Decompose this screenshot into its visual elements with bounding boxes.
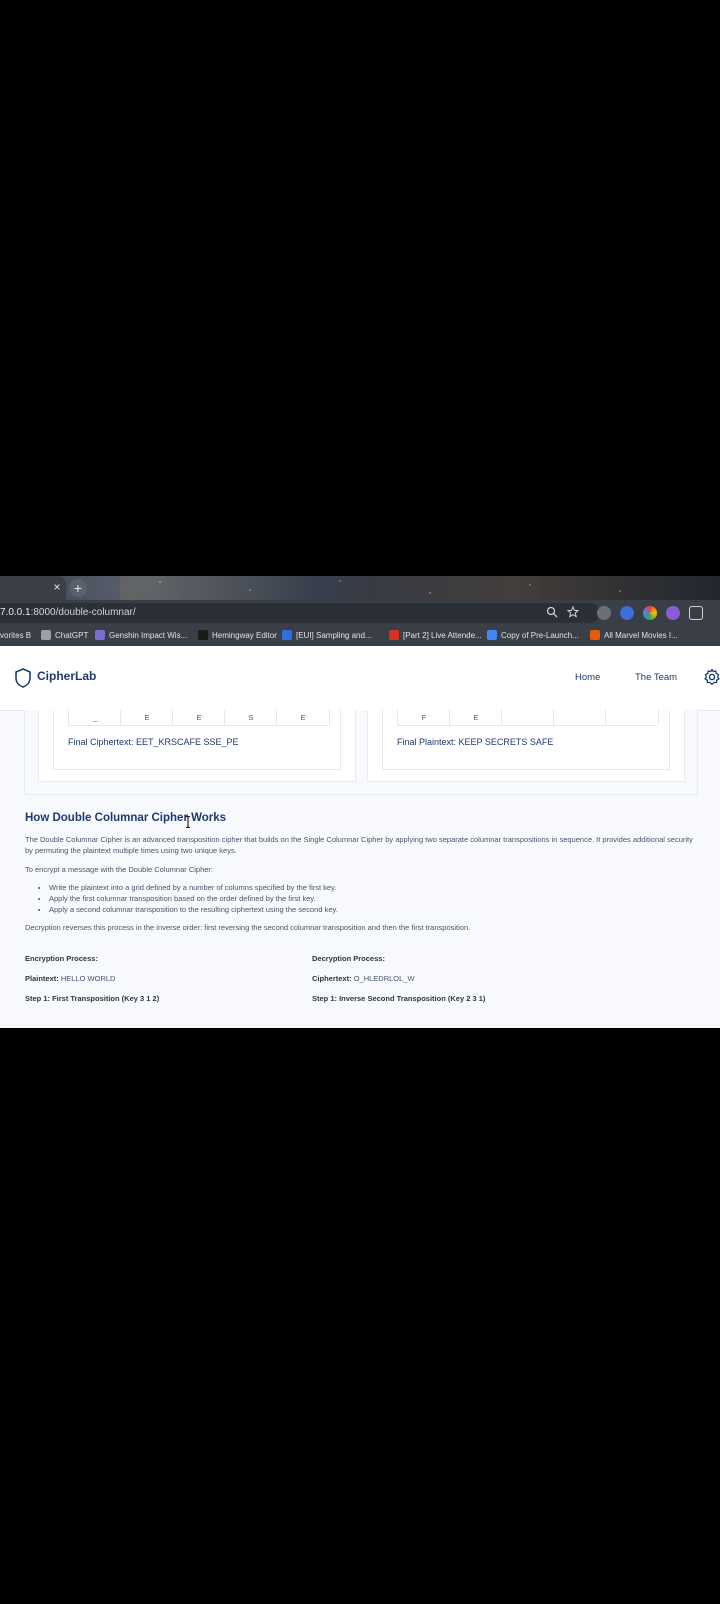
bookmark-label: Copy of Pre-Launch... xyxy=(501,631,579,640)
encrypt-intro: To encrypt a message with the Double Col… xyxy=(25,865,214,874)
final-ciphertext: Final Ciphertext: EET_KRSCAFE SSE_PE xyxy=(68,737,239,747)
bookmark-label: [EUI] Sampling and... xyxy=(296,631,372,640)
bookmark-favicon-icon xyxy=(590,629,600,640)
encryption-heading: Encryption Process: xyxy=(25,954,98,963)
extension-icon[interactable] xyxy=(643,606,657,620)
extension-icon[interactable] xyxy=(597,606,611,620)
address-bar[interactable]: 7.0.0.1:8000/double-columnar/ xyxy=(0,603,600,623)
bookmark-item[interactable]: All Marvel Movies I... xyxy=(590,626,678,646)
page-content: CipherLab Home The Team _ E E S E Final … xyxy=(0,646,720,1028)
grid-cell xyxy=(501,710,554,725)
browser-window: × + 7.0.0.1:8000/double-columnar/ vorite… xyxy=(0,576,720,1028)
grid-cell: _ xyxy=(68,710,121,725)
extension-icon[interactable] xyxy=(620,606,634,620)
list-item: Write the plaintext into a grid defined … xyxy=(49,882,338,893)
grid-cell xyxy=(605,710,659,725)
enc-step-1: Step 1: First Transposition (Key 3 1 2) xyxy=(25,994,160,1003)
bookmark-item[interactable]: ChatGPT xyxy=(41,626,88,646)
enc-plaintext: Plaintext: HELLO WORLD xyxy=(25,974,116,983)
bookmark-favicon-icon xyxy=(95,629,105,640)
grid-cell: E xyxy=(449,710,502,725)
bookmark-label: All Marvel Movies I... xyxy=(604,631,678,640)
dec-ciphertext: Ciphertext: O_HLEDRLOL_W xyxy=(312,974,415,983)
zoom-icon[interactable] xyxy=(545,606,559,620)
grid-row: _ E E S E xyxy=(68,710,330,726)
list-item: Apply a second columnar transposition to… xyxy=(49,904,338,915)
browser-toolbar: 7.0.0.1:8000/double-columnar/ xyxy=(0,600,720,626)
grid-row: F E xyxy=(397,710,659,726)
bookmark-favicon-icon xyxy=(41,629,51,640)
grid-cell: F xyxy=(397,710,450,725)
decryption-heading: Decryption Process: xyxy=(312,954,385,963)
decryption-result-card: F E Final Plaintext: KEEP SECRETS SAFE xyxy=(382,710,670,770)
active-tab[interactable]: × xyxy=(0,576,66,600)
bookmark-item[interactable]: vorites B xyxy=(0,626,31,646)
shield-icon xyxy=(15,668,31,688)
bookmark-item[interactable]: [Part 2] Live Attende... xyxy=(389,626,482,646)
nav-home[interactable]: Home xyxy=(575,672,600,683)
bookmark-favicon-icon xyxy=(389,629,399,640)
nav-the-team[interactable]: The Team xyxy=(635,672,677,683)
bookmark-item[interactable]: Genshin Impact Wis... xyxy=(95,626,187,646)
bookmark-item[interactable]: Copy of Pre-Launch... xyxy=(487,626,579,646)
text-cursor-icon xyxy=(186,816,190,828)
new-tab-icon[interactable]: + xyxy=(69,579,87,597)
bookmark-favicon-icon xyxy=(282,629,292,640)
bookmark-label: Hemingway Editor xyxy=(212,631,277,640)
gear-icon[interactable] xyxy=(703,668,720,686)
grid-cell: S xyxy=(224,710,277,725)
bookmark-label: ChatGPT xyxy=(55,631,89,640)
intro-paragraph: The Double Columnar Cipher is an advance… xyxy=(25,835,693,855)
list-item: Apply the first columnar transposition b… xyxy=(49,893,338,904)
bookmark-label: Genshin Impact Wis... xyxy=(109,631,188,640)
bookmark-favicon-icon xyxy=(198,629,208,640)
dec-step-1: Step 1: Inverse Second Transposition (Ke… xyxy=(312,994,486,1003)
extensions-puzzle-icon[interactable] xyxy=(689,606,703,620)
url-text[interactable]: 7.0.0.1:8000/double-columnar/ xyxy=(0,603,136,623)
bookmark-favicon-icon xyxy=(487,629,497,640)
bookmark-star-icon[interactable] xyxy=(566,605,580,620)
encryption-result-card: _ E E S E Final Ciphertext: EET_KRSCAFE … xyxy=(53,710,341,770)
decrypt-note: Decryption reverses this process in the … xyxy=(25,923,471,932)
encryption-result-panel: _ E E S E Final Ciphertext: EET_KRSCAFE … xyxy=(38,710,356,782)
brand-name[interactable]: CipherLab xyxy=(37,669,96,683)
bookmark-item[interactable]: [EUI] Sampling and... xyxy=(282,626,372,646)
final-plaintext: Final Plaintext: KEEP SECRETS SAFE xyxy=(397,737,554,747)
grid-cell xyxy=(553,710,606,725)
bookmark-label: [Part 2] Live Attende... xyxy=(403,631,482,640)
decryption-result-panel: F E Final Plaintext: KEEP SECRETS SAFE xyxy=(367,710,685,782)
bookmark-label: vorites B xyxy=(0,631,32,640)
steps-list: Write the plaintext into a grid defined … xyxy=(25,882,338,915)
tab-strip: × + xyxy=(0,576,720,600)
extension-icon[interactable] xyxy=(666,606,680,620)
grid-cell: E xyxy=(276,710,330,725)
bookmarks-bar: vorites B ChatGPT Genshin Impact Wis... Hem… xyxy=(0,626,720,646)
bookmark-item[interactable]: Hemingway Editor xyxy=(198,626,277,646)
grid-cell: E xyxy=(172,710,225,725)
section-title: How Double Columnar Cipher Works xyxy=(25,812,227,824)
app-header: CipherLab Home The Team xyxy=(0,646,720,711)
tab-close-icon[interactable]: × xyxy=(49,579,65,595)
grid-cell: E xyxy=(120,710,173,725)
